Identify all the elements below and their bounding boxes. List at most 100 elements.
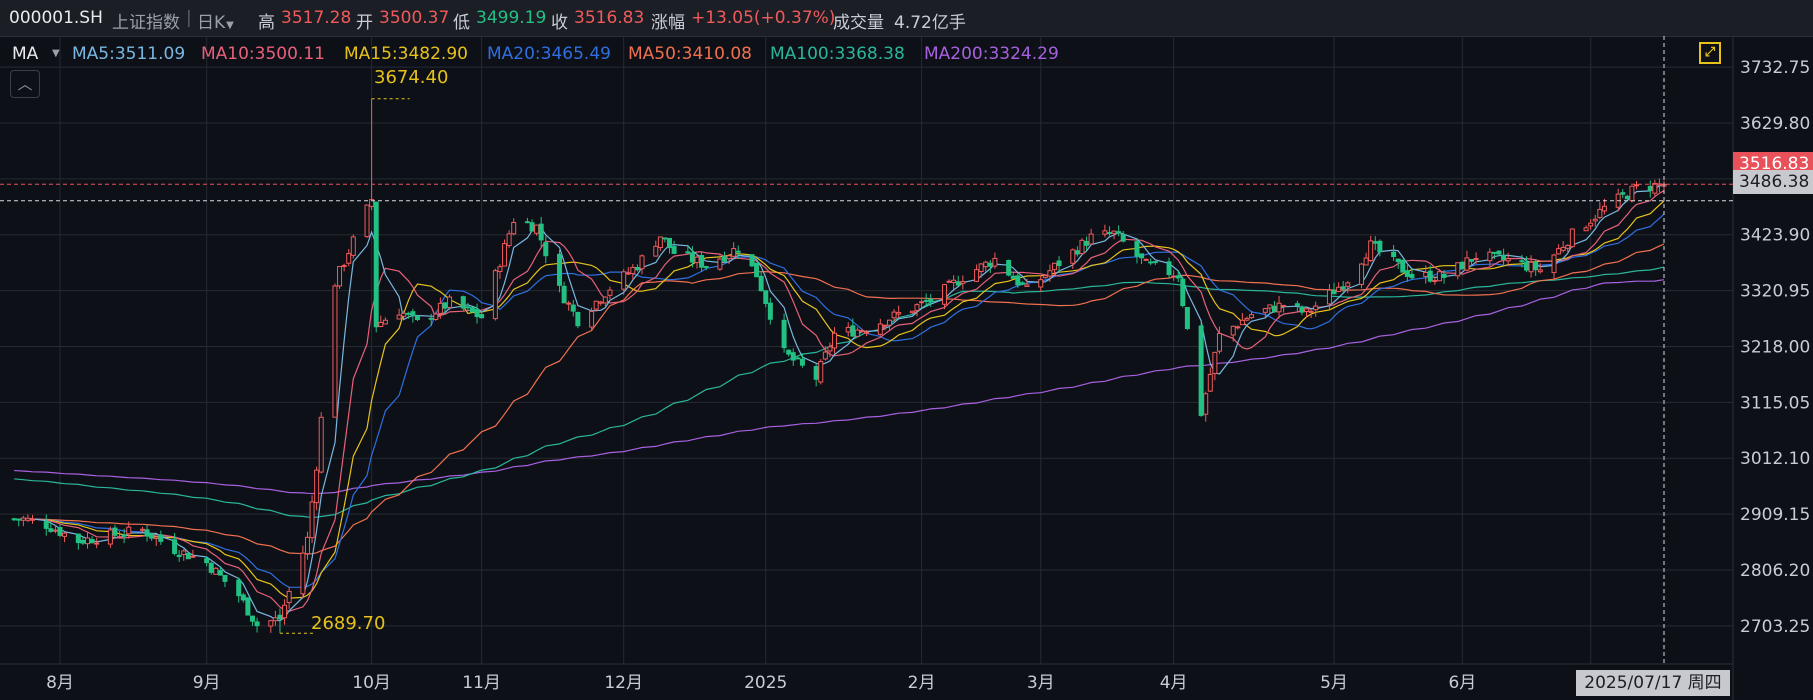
candle-body	[25, 517, 31, 521]
candle-body	[346, 253, 352, 264]
candle-body	[1469, 258, 1475, 262]
candle-body	[1216, 332, 1222, 352]
x-tick-label: 4月	[1160, 673, 1188, 693]
candle-body	[144, 529, 150, 537]
candle-body	[16, 518, 22, 521]
candle-body	[1074, 250, 1080, 255]
candle-body	[1583, 227, 1589, 232]
candle-body	[511, 222, 517, 235]
candle-body	[442, 302, 448, 309]
candle-body	[667, 237, 673, 249]
candle-body	[80, 539, 86, 544]
candle-body	[117, 536, 123, 539]
period-selector[interactable]: 日K▼	[197, 8, 234, 33]
candle-body	[662, 237, 668, 240]
candle-body	[1294, 303, 1300, 306]
candle-body	[107, 529, 113, 545]
candle-body	[1601, 205, 1607, 212]
candle-body	[1473, 258, 1479, 261]
candle-body	[282, 604, 288, 619]
candle-body	[1345, 282, 1351, 287]
candle-body	[1304, 308, 1310, 313]
high-annotation: 3674.40	[374, 67, 449, 88]
ma15-value: MA15:3482.90	[344, 44, 468, 64]
candle-body	[497, 266, 503, 272]
candle-body	[703, 266, 709, 269]
x-tick-label: 9月	[193, 673, 221, 693]
candle-body	[877, 323, 883, 335]
candle-body	[1652, 182, 1658, 194]
candle-body	[983, 261, 989, 268]
candle-body	[428, 317, 434, 320]
candle-body	[854, 329, 860, 337]
candle-body	[1111, 230, 1117, 234]
candle-body	[1056, 260, 1062, 267]
candle-body	[717, 258, 723, 270]
candle-body	[1235, 326, 1241, 329]
open-value: 3500.37	[379, 8, 450, 28]
candle-body	[217, 570, 223, 576]
candle-body	[992, 257, 998, 267]
x-tick-label: 10月	[352, 673, 391, 693]
collapse-legend-button[interactable]: ︿	[10, 70, 40, 98]
candle-body	[1010, 275, 1016, 279]
candle-body	[1524, 261, 1530, 271]
candle-body	[492, 270, 498, 320]
low-value: 3499.19	[476, 8, 547, 28]
candle-body	[314, 469, 320, 504]
candle-body	[20, 517, 26, 521]
candle-body	[1148, 261, 1154, 264]
candle-body	[786, 349, 792, 355]
candle-body	[437, 302, 443, 314]
candle-body	[657, 236, 663, 249]
candle-body	[48, 528, 54, 532]
candle-body	[1336, 286, 1342, 292]
candle-body	[909, 310, 915, 314]
candle-body	[1624, 195, 1630, 200]
candle-body	[1230, 325, 1236, 336]
candle-body	[538, 223, 544, 241]
candle-body	[621, 271, 627, 290]
chevron-down-icon[interactable]: ▼	[52, 48, 60, 59]
candle-body	[850, 325, 856, 337]
candle-body	[1588, 222, 1594, 227]
crosshair-date-tag: 2025/07/17 周四	[1576, 670, 1730, 696]
candle-body	[43, 521, 49, 529]
chevron-down-icon: ▼	[226, 20, 234, 31]
candle-body	[1180, 278, 1186, 307]
x-tick-label: 2025	[744, 673, 787, 693]
close-label: 收	[551, 13, 568, 33]
candle-body	[896, 312, 902, 315]
candle-body	[341, 264, 347, 267]
x-tick-label: 3月	[1027, 673, 1055, 693]
candle-body	[763, 290, 769, 304]
candle-body	[1391, 251, 1397, 258]
candle-body	[1203, 393, 1209, 415]
fullscreen-icon[interactable]: ⤢	[1699, 42, 1721, 64]
candle-body	[1395, 258, 1401, 263]
y-tick-label: 2909.15	[1740, 505, 1810, 525]
candle-body	[630, 266, 636, 274]
candle-body	[1377, 240, 1383, 253]
candle-body	[1262, 308, 1268, 313]
ma-indicator-label[interactable]: MA	[12, 44, 38, 64]
candle-body	[795, 357, 801, 360]
candle-body	[1404, 270, 1410, 277]
candle-body	[1024, 284, 1030, 287]
candle-body	[75, 533, 81, 544]
candle-body	[1565, 244, 1571, 249]
candle-body	[410, 311, 416, 316]
candle-body	[158, 534, 164, 542]
kline-chart[interactable]: 3732.753629.803526.853423.903320.953218.…	[0, 36, 1813, 700]
candle-body	[1070, 249, 1076, 264]
change-label: 涨幅	[651, 13, 685, 33]
candle-body	[1015, 275, 1021, 286]
candle-body	[396, 314, 402, 320]
volume-value: 4.72亿手	[894, 13, 966, 33]
candle-body	[414, 315, 420, 321]
candle-body	[589, 310, 595, 328]
candle-body	[1051, 262, 1057, 271]
candle-body	[1423, 271, 1429, 277]
candle-body	[671, 246, 677, 254]
separator: |	[186, 8, 192, 28]
